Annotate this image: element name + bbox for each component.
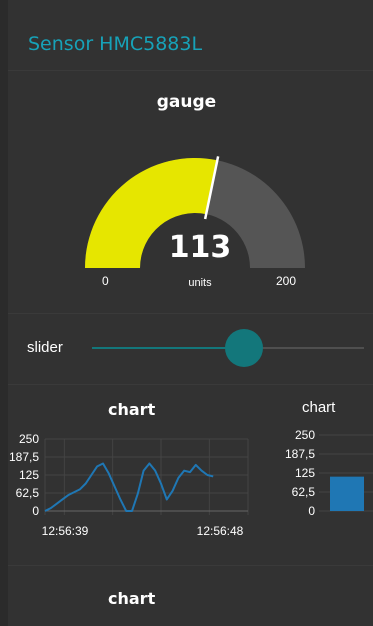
line-chart-title: chart [108,400,156,419]
x-tick-label: 12:56:39 [42,524,89,538]
y-tick-label: 187,5 [9,450,39,464]
y-tick-label: 125 [19,468,39,482]
divider [8,565,373,566]
gauge-max-label: 200 [276,274,297,288]
y-tick-label: 62,5 [16,486,40,500]
y-tick-label: 0 [308,504,315,518]
x-tick-label: 12:56:48 [197,524,244,538]
gauge-value: 113 [168,230,232,265]
gauge-units: units [188,277,212,289]
divider [8,313,373,314]
slider-fill [92,347,245,349]
chart-3-title: chart [108,589,156,608]
page-title: Sensor HMC5883L [28,33,203,55]
gauge-min-label: 0 [102,274,109,288]
bar-chart: 250 187,5 125 62,5 0 [285,428,373,518]
divider [8,384,373,385]
y-tick-label: 250 [295,428,315,442]
gauge-title: gauge [156,92,217,112]
divider [8,70,373,71]
y-tick-label: 125 [295,466,315,480]
bar [330,476,364,511]
y-tick-label: 0 [32,504,39,518]
bar-chart-title: chart [302,399,336,416]
y-tick-label: 250 [19,432,39,446]
y-tick-label: 187,5 [285,447,315,461]
slider-label: slider [27,339,63,356]
line-chart: 250 187,5 125 62,5 012:56:39 12:56:48 [9,432,249,538]
series-line [44,462,214,512]
y-tick-label: 62,5 [292,485,316,499]
